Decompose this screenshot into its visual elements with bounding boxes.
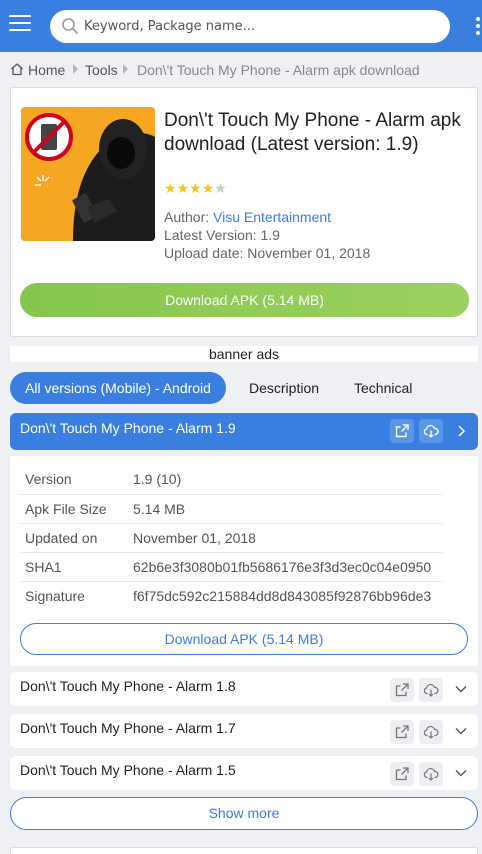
external-link-icon[interactable] (390, 419, 414, 443)
rating-stars: ★★★★★ (164, 180, 227, 197)
latest-version: Latest Version: 1.9 (164, 227, 280, 243)
search-box[interactable] (50, 10, 450, 43)
download-version-button[interactable]: Download APK (5.14 MB) (20, 623, 468, 655)
tab-all-versions[interactable]: All versions (Mobile) - Android (10, 372, 226, 404)
star-empty-icon: ★ (214, 180, 227, 196)
external-link-icon[interactable] (390, 678, 414, 702)
row-value: f6f75dc592c215884dd8d843085f92876bb96de3 (133, 587, 432, 604)
chevron-down-icon[interactable] (454, 682, 468, 696)
table-row: Version 1.9 (10) (20, 465, 443, 495)
app-icon (21, 107, 155, 241)
version-title: Don\'t Touch My Phone - Alarm 1.5 (20, 762, 236, 778)
author-line: Author: Visu Entertainment (164, 209, 331, 225)
table-row: Signature f6f75dc592c215884dd8d843085f928… (20, 581, 443, 610)
row-key: Apk File Size (20, 494, 128, 524)
breadcrumb-home[interactable]: Home (28, 62, 65, 78)
row-key: SHA1 (20, 552, 128, 582)
row-value: 1.9 (10) (128, 465, 443, 495)
table-row: SHA1 62b6e3f3080b01fb5686176e3f3d3ec0c04e… (20, 552, 443, 582)
app-title: Don\'t Touch My Phone - Alarm apk downlo… (164, 110, 461, 155)
tab-technical[interactable]: Technical (354, 372, 412, 404)
cloud-download-icon[interactable] (419, 762, 443, 786)
version-row[interactable]: Don\'t Touch My Phone - Alarm 1.7 (10, 714, 478, 748)
version-title: Don\'t Touch My Phone - Alarm 1.7 (20, 720, 236, 736)
chevron-right-icon[interactable] (454, 424, 468, 438)
chevron-right-icon (73, 64, 78, 74)
hamburger-menu-icon[interactable] (9, 15, 31, 35)
author-link[interactable]: Visu Entertainment (213, 209, 331, 225)
version-title: Don\'t Touch My Phone - Alarm 1.9 (20, 420, 236, 436)
cloud-download-icon[interactable] (419, 419, 443, 443)
cloud-download-icon[interactable] (419, 678, 443, 702)
version-header-expanded[interactable]: Don\'t Touch My Phone - Alarm 1.9 (10, 413, 478, 450)
home-icon (11, 63, 23, 76)
external-link-icon[interactable] (390, 762, 414, 786)
star-icon: ★ (164, 180, 177, 196)
tab-description[interactable]: Description (249, 372, 319, 404)
external-link-icon[interactable] (390, 720, 414, 744)
row-key: Version (20, 465, 128, 495)
version-title: Don\'t Touch My Phone - Alarm 1.8 (20, 678, 236, 694)
version-row[interactable]: Don\'t Touch My Phone - Alarm 1.5 (10, 756, 478, 790)
row-value: November 01, 2018 (128, 523, 443, 553)
table-row: Apk File Size 5.14 MB (20, 494, 443, 524)
download-apk-button[interactable]: Download APK (5.14 MB) (20, 283, 469, 317)
row-key: Updated on (20, 523, 128, 553)
search-input[interactable] (84, 10, 439, 43)
search-icon (62, 18, 78, 34)
star-icon: ★ (201, 180, 215, 196)
version-row[interactable]: Don\'t Touch My Phone - Alarm 1.8 (10, 672, 478, 706)
upload-date: Upload date: November 01, 2018 (164, 245, 371, 261)
breadcrumb-tools[interactable]: Tools (85, 62, 118, 78)
app-info-card: Don\'t Touch My Phone - Alarm apk downlo… (10, 87, 478, 337)
version-details: Version 1.9 (10) Apk File Size 5.14 MB Upd… (10, 456, 478, 666)
cloud-download-icon[interactable] (419, 720, 443, 744)
next-section-card (10, 847, 478, 854)
show-more-button[interactable]: Show more (10, 797, 478, 830)
chevron-down-icon[interactable] (454, 766, 468, 780)
table-row: Updated on November 01, 2018 (20, 523, 443, 553)
banner-ads: banner ads (10, 346, 478, 362)
top-bar (0, 0, 482, 52)
chevron-down-icon[interactable] (454, 724, 468, 738)
version-info-table: Version 1.9 (10) Apk File Size 5.14 MB Upd… (20, 465, 443, 610)
star-icon: ★ (176, 180, 190, 196)
author-label: Author: (164, 209, 210, 225)
row-value: 5.14 MB (128, 494, 443, 524)
version-tabs: All versions (Mobile) - Android Descript… (10, 372, 478, 404)
row-value: 62b6e3f3080b01fb5686176e3f3d3ec0c04e0950 (128, 552, 443, 582)
chevron-right-icon (123, 64, 128, 74)
star-icon: ★ (189, 180, 202, 196)
breadcrumb-current: Don\'t Touch My Phone - Alarm apk downlo… (137, 62, 420, 78)
row-key: Signature (25, 587, 85, 604)
more-options-icon[interactable] (476, 17, 482, 37)
